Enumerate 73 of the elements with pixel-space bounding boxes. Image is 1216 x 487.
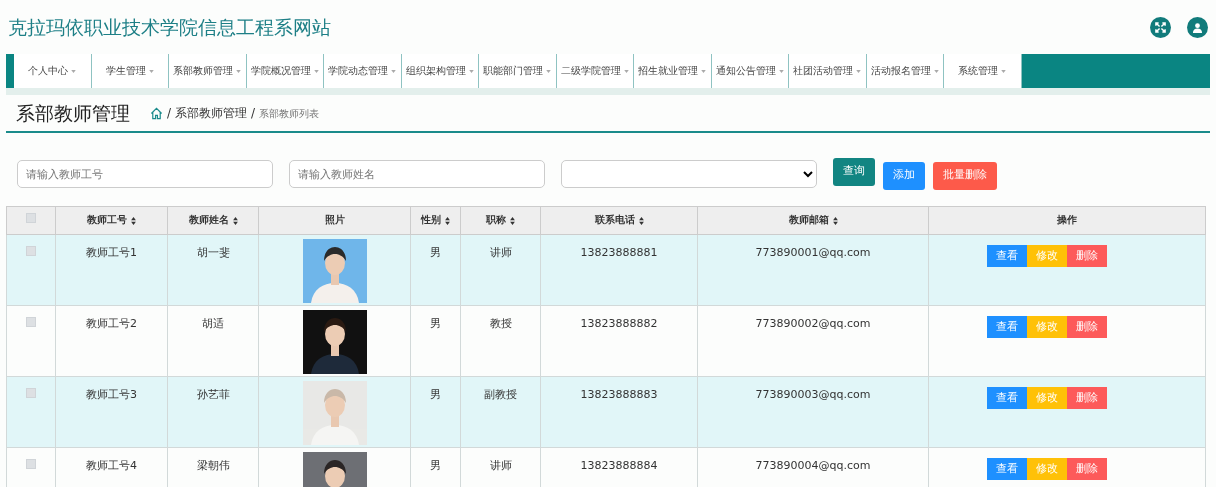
table-cell: 773890003@qq.com xyxy=(697,376,929,448)
row-checkbox[interactable] xyxy=(26,388,36,398)
nav-menu-item[interactable]: 系部教师管理 xyxy=(169,54,247,88)
sort-icon[interactable] xyxy=(232,216,238,225)
breadcrumb-separator: / xyxy=(251,105,256,122)
table-cell: 孙艺菲 xyxy=(167,376,259,448)
nav-menu-item[interactable]: 学院动态管理 xyxy=(324,54,402,88)
column-header[interactable]: 联系电话 xyxy=(594,213,635,228)
nav-menu-item[interactable]: 学生管理 xyxy=(91,54,169,88)
sort-icon[interactable] xyxy=(445,216,450,225)
table-cell: 男 xyxy=(410,305,461,377)
table-cell: 教师工号1 xyxy=(55,234,168,306)
caret-icon xyxy=(701,69,707,73)
user-icon[interactable] xyxy=(1187,16,1208,38)
table-cell: 13823888883 xyxy=(540,376,698,448)
table-cell: 教授 xyxy=(460,305,541,377)
table-cell: 13823888882 xyxy=(540,305,698,377)
caret-icon xyxy=(391,69,397,73)
nav-menu-item[interactable]: 学院概况管理 xyxy=(246,54,324,88)
nav-menu-item[interactable]: 二级学院管理 xyxy=(556,54,634,88)
column-header[interactable]: 教师邮箱 xyxy=(788,213,829,228)
caret-icon xyxy=(778,69,784,73)
column-header[interactable]: 教师工号 xyxy=(87,213,127,228)
table-cell: 胡适 xyxy=(167,305,259,377)
caret-icon xyxy=(468,69,474,73)
table-cell: 13823888881 xyxy=(540,234,698,306)
nav-menu-item[interactable]: 活动报名管理 xyxy=(866,54,944,88)
nav-menu-item[interactable]: 组织架构管理 xyxy=(401,54,479,88)
caret-icon xyxy=(1001,69,1007,73)
caret-icon xyxy=(933,69,939,73)
sort-icon[interactable] xyxy=(510,216,515,225)
sort-icon[interactable] xyxy=(832,216,838,225)
table-cell: 副教授 xyxy=(460,376,541,448)
caret-icon xyxy=(856,69,862,73)
caret-icon xyxy=(313,69,319,73)
column-header: 照片 xyxy=(324,213,345,228)
sort-icon[interactable] xyxy=(131,216,136,225)
caret-icon xyxy=(71,69,77,73)
header-checkbox[interactable] xyxy=(26,213,36,224)
breadcrumb-item: 系部教师列表 xyxy=(259,106,320,121)
breadcrumb-item[interactable]: 系部教师管理 xyxy=(175,104,248,122)
table-cell: 男 xyxy=(410,234,461,306)
search-field[interactable]: 请输入教师姓名 xyxy=(289,160,545,188)
sort-icon[interactable] xyxy=(638,216,644,225)
nav-menu-item[interactable]: 系统管理 xyxy=(944,54,1022,88)
table-cell: 773890001@qq.com xyxy=(697,234,929,306)
fullscreen-icon[interactable] xyxy=(1150,16,1171,38)
home-icon[interactable] xyxy=(150,104,163,122)
nav-menu-item[interactable]: 招生就业管理 xyxy=(634,54,712,88)
table-cell: 教师工号3 xyxy=(55,376,168,448)
table-cell: 773890002@qq.com xyxy=(697,305,929,377)
table-cell: 胡一斐 xyxy=(167,234,259,306)
row-checkbox[interactable] xyxy=(26,317,36,327)
page-title: 系部教师管理 xyxy=(16,100,130,126)
nav-menu-item[interactable]: 职能部门管理 xyxy=(479,54,557,88)
caret-icon xyxy=(546,69,552,73)
site-title: 克拉玛依职业技术学院信息工程系网站 xyxy=(8,14,331,40)
caret-icon xyxy=(148,69,154,73)
table-cell: 男 xyxy=(410,376,461,448)
column-header: 操作 xyxy=(1057,213,1077,228)
caret-icon xyxy=(236,69,242,73)
search-field[interactable]: 请输入教师工号 xyxy=(17,160,273,188)
row-checkbox[interactable] xyxy=(26,459,36,469)
search-button[interactable]: 查询 xyxy=(833,157,875,186)
nav-menu-item[interactable]: 个人中心 xyxy=(14,54,92,88)
row-checkbox[interactable] xyxy=(26,246,36,256)
column-header[interactable]: 职称 xyxy=(486,213,506,228)
table-cell: 讲师 xyxy=(460,234,541,306)
caret-icon xyxy=(623,69,629,73)
breadcrumb-separator: / xyxy=(167,105,172,122)
table-cell: 教师工号2 xyxy=(55,305,168,377)
nav-menu-item[interactable]: 通知公告管理 xyxy=(711,54,789,88)
nav-menu-item[interactable]: 社团活动管理 xyxy=(789,54,867,88)
